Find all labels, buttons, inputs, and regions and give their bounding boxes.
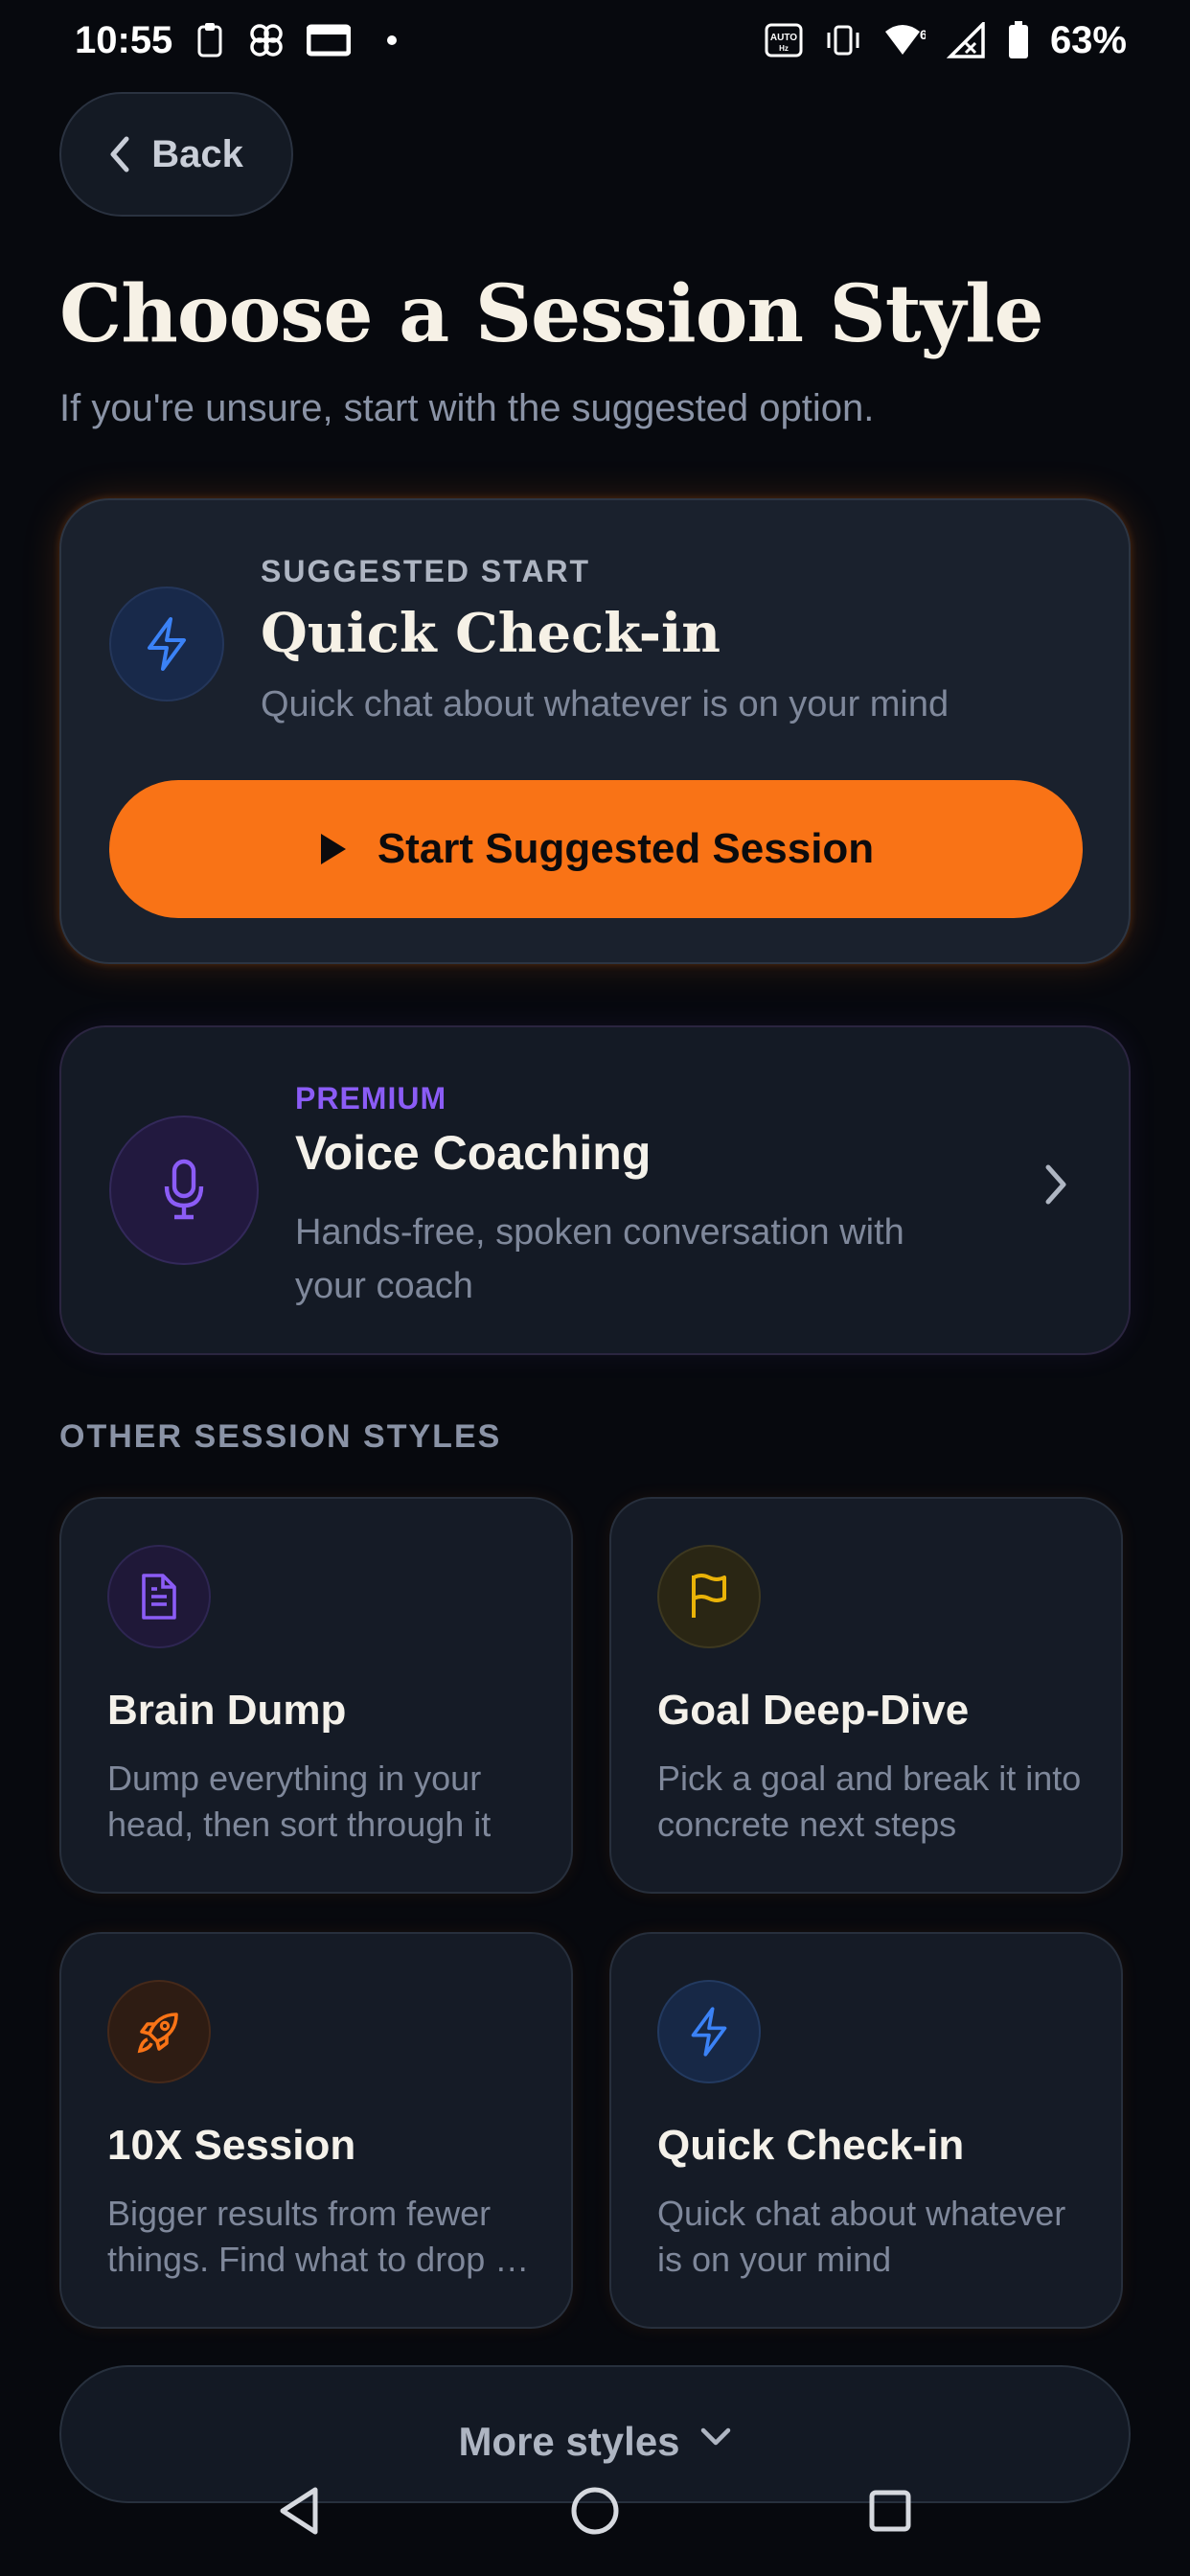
suggested-description: Quick chat about whatever is on your min… xyxy=(261,684,950,724)
back-button-label: Back xyxy=(151,132,243,175)
session-style-screen: 10:55 AUTO Hz 6 63% Back Choose a Sessio… xyxy=(0,0,1190,2576)
session-tile-brain-dump[interactable]: Brain Dump Dump everything in your head,… xyxy=(59,1497,573,1894)
start-suggested-session-button[interactable]: Start Suggested Session xyxy=(109,780,1083,918)
session-tile-goal-deep-dive[interactable]: Goal Deep-Dive Pick a goal and break it … xyxy=(609,1497,1123,1894)
back-button[interactable]: Back xyxy=(59,92,293,217)
page-title: Choose a Session Style xyxy=(59,268,1044,360)
chevron-right-icon xyxy=(1042,1163,1069,1206)
session-tile-quick-check-in[interactable]: Quick Check-in Quick chat about whatever… xyxy=(609,1932,1123,2329)
premium-eyebrow: PREMIUM xyxy=(295,1081,447,1116)
wifi-6-icon: 6 xyxy=(883,22,926,58)
other-session-styles-heading: OTHER SESSION STYLES xyxy=(59,1418,502,1455)
suggested-session-card: SUGGESTED START Quick Check-in Quick cha… xyxy=(59,498,1131,964)
chevron-left-icon xyxy=(109,135,132,173)
pinwheel-icon xyxy=(247,21,286,59)
tile-description: Quick chat about whatever is on your min… xyxy=(657,2194,1066,2279)
microphone-icon xyxy=(109,1116,259,1265)
lightning-icon xyxy=(109,586,224,702)
suggested-eyebrow: SUGGESTED START xyxy=(261,554,591,588)
suggested-title: Quick Check-in xyxy=(261,602,721,665)
clipboard-icon xyxy=(194,21,226,59)
back-triangle-icon[interactable] xyxy=(277,2486,323,2536)
tile-title: Goal Deep-Dive xyxy=(657,1687,970,1734)
tile-title: Brain Dump xyxy=(107,1687,347,1734)
premium-description: Hands-free, spoken conversation with you… xyxy=(295,1212,904,1306)
page-subtitle: If you're unsure, start with the suggest… xyxy=(59,387,875,429)
battery-icon xyxy=(1008,21,1029,59)
play-icon xyxy=(318,832,349,866)
lightning-icon xyxy=(657,1980,761,2083)
status-time: 10:55 xyxy=(75,18,173,61)
more-styles-label: More styles xyxy=(458,2419,680,2464)
vibrate-icon xyxy=(824,23,862,58)
flag-icon xyxy=(657,1545,761,1648)
status-bar-left: 10:55 xyxy=(75,18,398,62)
start-button-label: Start Suggested Session xyxy=(377,825,875,872)
svg-text:Hz: Hz xyxy=(779,44,789,53)
recents-square-icon[interactable] xyxy=(867,2488,913,2534)
status-bar: 10:55 AUTO Hz 6 63% xyxy=(0,0,1190,80)
voice-coaching-card[interactable]: PREMIUM Voice Coaching Hands-free, spoke… xyxy=(59,1025,1131,1355)
session-tile-10x-session[interactable]: 10X Session Bigger results from fewer th… xyxy=(59,1932,573,2329)
status-bar-right: AUTO Hz 6 63% xyxy=(765,19,1127,62)
cast-icon xyxy=(307,23,352,58)
tile-description: Bigger results from fewer things. Find w… xyxy=(107,2194,530,2279)
battery-percentage: 63% xyxy=(1049,18,1127,61)
tile-title: 10X Session xyxy=(107,2122,356,2169)
no-signal-icon xyxy=(946,22,987,58)
tile-description: Dump everything in your head, then sort … xyxy=(107,1759,492,1844)
home-circle-icon[interactable] xyxy=(569,2485,621,2537)
chevron-down-icon xyxy=(699,2426,732,2448)
document-icon xyxy=(107,1545,211,1648)
tile-description: Pick a goal and break it into concrete n… xyxy=(657,1759,1082,1844)
rocket-icon xyxy=(107,1980,211,2083)
system-navigation-bar xyxy=(0,2463,1190,2559)
svg-text:6: 6 xyxy=(920,27,926,42)
svg-text:AUTO: AUTO xyxy=(770,33,797,43)
auto-hz-icon: AUTO Hz xyxy=(765,23,803,58)
notification-dot-icon xyxy=(387,35,398,45)
premium-title: Voice Coaching xyxy=(295,1126,652,1180)
tile-title: Quick Check-in xyxy=(657,2122,965,2169)
